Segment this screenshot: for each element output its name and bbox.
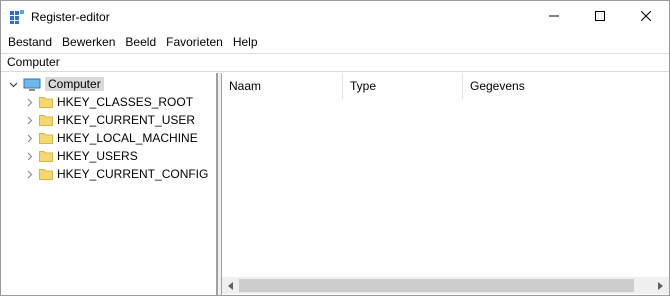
computer-icon (23, 78, 41, 91)
tree-item-label: HKEY_USERS (57, 149, 138, 163)
folder-icon (39, 132, 53, 144)
tree-item-hkey-classes-root[interactable]: HKEY_CLASSES_ROOT (23, 93, 193, 111)
scrollbar-thumb[interactable] (239, 279, 634, 292)
title-bar[interactable]: Register-editor (1, 1, 669, 32)
chevron-right-icon[interactable] (23, 114, 35, 126)
maximize-icon (595, 11, 605, 21)
tree-item-label: Computer (45, 77, 104, 91)
menu-help[interactable]: Help (228, 32, 263, 52)
registry-editor-window: Register-editor Bestand Bewerken Beeld F… (0, 0, 670, 296)
tree-item-label: HKEY_CLASSES_ROOT (57, 95, 194, 109)
tree-item-hkey-current-user[interactable]: HKEY_CURRENT_USER (23, 111, 195, 129)
menu-favorieten[interactable]: Favorieten (161, 32, 228, 52)
close-icon (641, 11, 651, 21)
registry-editor-icon (9, 9, 25, 25)
chevron-down-icon[interactable] (7, 78, 19, 90)
column-header-name[interactable]: Naam (222, 73, 343, 99)
minimize-icon (549, 15, 559, 17)
key-tree[interactable]: Computer HKEY_CLASSES_ROOT HKEY_CURRENT_… (3, 73, 217, 295)
folder-icon (39, 150, 53, 162)
close-button[interactable] (623, 1, 669, 31)
minimize-button[interactable] (531, 1, 577, 31)
window-title: Register-editor (31, 10, 110, 24)
column-header-data[interactable]: Gegevens (463, 73, 669, 99)
column-header-type[interactable]: Type (343, 73, 463, 99)
scroll-left-icon[interactable] (222, 277, 239, 294)
list-header: Naam Type Gegevens (222, 73, 669, 99)
maximize-button[interactable] (577, 1, 623, 31)
folder-icon (39, 114, 53, 126)
menu-bestand[interactable]: Bestand (3, 32, 57, 52)
menu-bar: Bestand Bewerken Beeld Favorieten Help (1, 32, 669, 52)
chevron-right-icon[interactable] (23, 150, 35, 162)
chevron-right-icon[interactable] (23, 168, 35, 180)
menu-beeld[interactable]: Beeld (120, 32, 161, 52)
tree-item-hkey-local-machine[interactable]: HKEY_LOCAL_MACHINE (23, 129, 198, 147)
tree-item-hkey-current-config[interactable]: HKEY_CURRENT_CONFIG (23, 165, 208, 183)
tree-item-computer[interactable]: Computer (7, 75, 104, 93)
tree-item-label: HKEY_CURRENT_USER (57, 113, 196, 127)
address-bar[interactable]: Computer (1, 53, 669, 72)
tree-item-label: HKEY_CURRENT_CONFIG (57, 167, 209, 181)
scroll-right-icon[interactable] (652, 277, 669, 294)
chevron-right-icon[interactable] (23, 96, 35, 108)
values-list[interactable]: Naam Type Gegevens (222, 73, 669, 295)
tree-item-hkey-users[interactable]: HKEY_USERS (23, 147, 138, 165)
tree-item-label: HKEY_LOCAL_MACHINE (57, 131, 198, 145)
chevron-right-icon[interactable] (23, 132, 35, 144)
folder-icon (39, 96, 53, 108)
horizontal-scrollbar[interactable] (222, 277, 669, 294)
menu-bewerken[interactable]: Bewerken (57, 32, 120, 52)
folder-icon (39, 168, 53, 180)
